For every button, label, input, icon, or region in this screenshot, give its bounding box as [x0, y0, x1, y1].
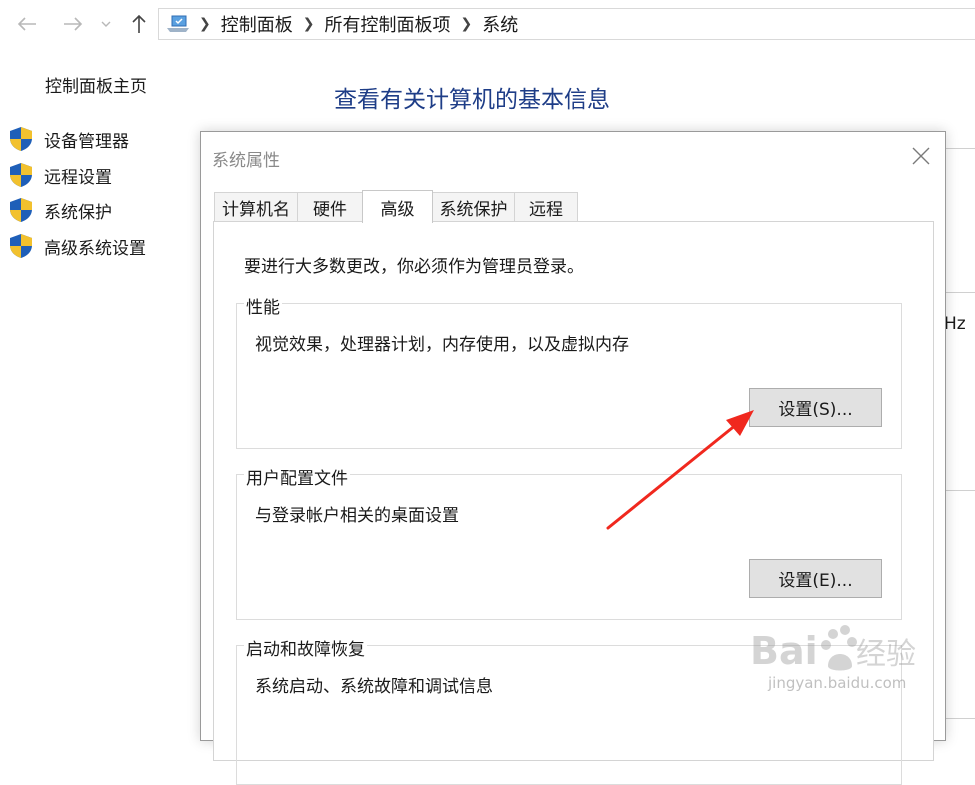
tab-advanced[interactable]: 高级: [362, 190, 433, 223]
svg-text:Bai: Bai: [750, 629, 818, 673]
watermark-url: jingyan.baidu.com: [768, 674, 907, 692]
baidu-watermark: Bai 经验 jingyan.baidu.com: [748, 620, 928, 692]
baidu-jingyan-logo-icon: Bai 经验: [750, 625, 916, 673]
svg-text:经验: 经验: [856, 637, 916, 672]
annotation-arrow-icon: [606, 410, 754, 530]
